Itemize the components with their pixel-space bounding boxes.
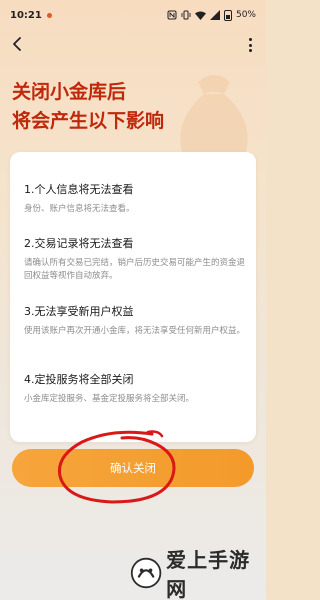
watermark-text: 爱上手游网: [166, 548, 251, 600]
impact-item: 3.无法享受新用户权益 使用该账户再次开通小金库，将无法享受任何新用户权益。: [24, 304, 246, 338]
watermark-logo-icon: [130, 557, 162, 589]
more-vertical-icon[interactable]: [248, 38, 252, 52]
navigation-bar: [0, 30, 266, 58]
impact-title: 3.无法享受新用户权益: [24, 305, 134, 318]
status-time: 10:21: [10, 9, 42, 21]
nfc-icon: [167, 10, 177, 20]
impact-item: 1.个人信息将无法查看 身份、账户信息将无法查看。: [24, 182, 246, 216]
battery-icon: [223, 9, 232, 21]
page-title: 关闭小金库后 将会产生以下影响: [12, 78, 192, 136]
status-bar: 10:21 50%: [0, 0, 266, 30]
wifi-icon: [194, 11, 206, 20]
confirm-close-button[interactable]: 确认关闭: [12, 449, 254, 487]
impact-title: 2.交易记录将无法查看: [24, 237, 134, 250]
impact-description: 使用该账户再次开通小金库，将无法享受任何新用户权益。: [24, 326, 246, 336]
impact-card: 1.个人信息将无法查看 身份、账户信息将无法查看。 2.交易记录将无法查看 请确…: [10, 152, 256, 442]
impact-title: 1.个人信息将无法查看: [24, 183, 134, 196]
watermark: 爱上手游网: [130, 548, 260, 600]
impact-title: 4.定投服务将全部关闭: [24, 373, 134, 386]
signal-icon: [209, 10, 220, 20]
confirm-close-label: 确认关闭: [110, 461, 156, 475]
impact-description: 请确认所有交易已完结，销户后历史交易可能产生的资金退回权益等视作自动放弃。: [24, 258, 246, 281]
battery-percent: 50%: [235, 10, 256, 20]
status-icons: 50%: [167, 9, 256, 21]
impact-item: 4.定投服务将全部关闭 小金库定投服务、基金定投服务将全部关闭。: [24, 372, 246, 406]
impact-description: 小金库定投服务、基金定投服务将全部关闭。: [24, 394, 195, 404]
notification-dot-icon: [46, 12, 52, 18]
impact-description: 身份、账户信息将无法查看。: [24, 204, 135, 214]
chevron-left-icon[interactable]: [10, 36, 24, 52]
title-line-2: 将会产生以下影响: [12, 110, 165, 132]
impact-item: 2.交易记录将无法查看 请确认所有交易已完结，销户后历史交易可能产生的资金退回权…: [24, 236, 246, 283]
title-line-1: 关闭小金库后: [12, 81, 127, 103]
vibrate-icon: [181, 10, 191, 20]
